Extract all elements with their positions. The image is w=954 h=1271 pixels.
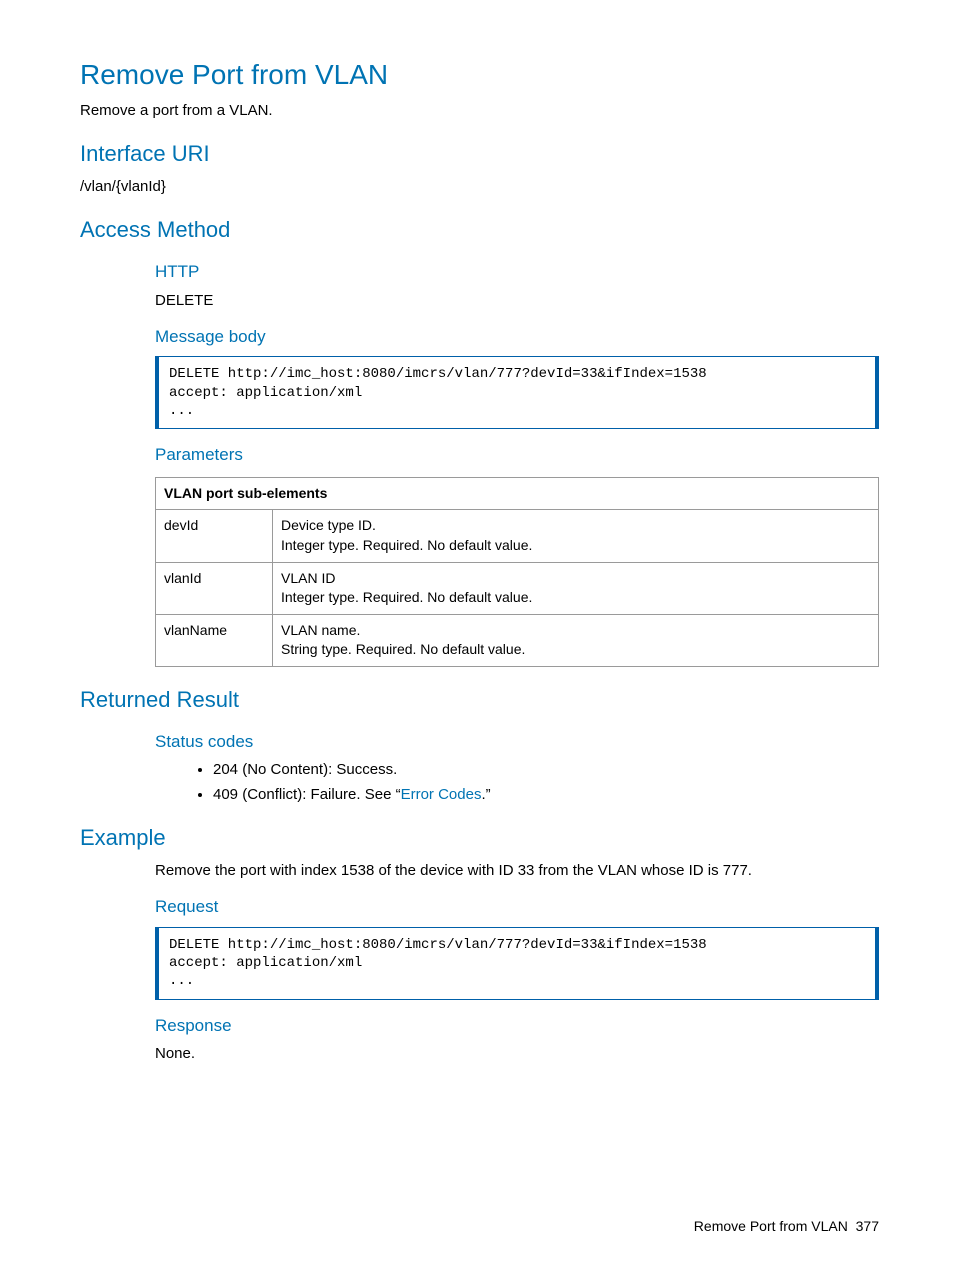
param-name: vlanName xyxy=(156,614,273,666)
footer-label: Remove Port from VLAN xyxy=(694,1218,848,1234)
param-desc-line: Device type ID. xyxy=(281,516,870,536)
response-text: None. xyxy=(155,1043,879,1064)
table-row: devId Device type ID. Integer type. Requ… xyxy=(156,510,879,562)
http-heading: HTTP xyxy=(155,260,879,284)
parameters-table: VLAN port sub-elements devId Device type… xyxy=(155,477,879,667)
returned-result-heading: Returned Result xyxy=(80,685,879,716)
message-body-code: DELETE http://imc_host:8080/imcrs/vlan/7… xyxy=(155,356,879,429)
param-desc-line: VLAN ID xyxy=(281,569,870,589)
param-name: vlanId xyxy=(156,562,273,614)
param-desc: VLAN ID Integer type. Required. No defau… xyxy=(273,562,879,614)
param-desc-line: String type. Required. No default value. xyxy=(281,640,870,660)
access-method-heading: Access Method xyxy=(80,215,879,246)
request-code: DELETE http://imc_host:8080/imcrs/vlan/7… xyxy=(155,927,879,1000)
table-row: vlanName VLAN name. String type. Require… xyxy=(156,614,879,666)
status-codes-heading: Status codes xyxy=(155,730,879,754)
param-name: devId xyxy=(156,510,273,562)
interface-heading: Interface URI xyxy=(80,139,879,170)
status-text: .” xyxy=(481,786,490,803)
request-heading: Request xyxy=(155,895,879,919)
error-codes-link[interactable]: Error Codes xyxy=(401,786,482,803)
http-method: DELETE xyxy=(155,290,879,311)
param-desc: VLAN name. String type. Required. No def… xyxy=(273,614,879,666)
table-row: vlanId VLAN ID Integer type. Required. N… xyxy=(156,562,879,614)
parameters-table-header: VLAN port sub-elements xyxy=(156,477,879,510)
page-footer: Remove Port from VLAN 377 xyxy=(694,1217,879,1237)
interface-uri: /vlan/{vlanId} xyxy=(80,176,879,197)
parameters-heading: Parameters xyxy=(155,443,879,467)
page-number: 377 xyxy=(856,1218,879,1234)
param-desc-line: VLAN name. xyxy=(281,621,870,641)
status-text: 409 (Conflict): Failure. See “ xyxy=(213,786,401,803)
param-desc-line: Integer type. Required. No default value… xyxy=(281,588,870,608)
response-heading: Response xyxy=(155,1014,879,1038)
status-codes-list: 204 (No Content): Success. 409 (Conflict… xyxy=(155,759,879,805)
page-title: Remove Port from VLAN xyxy=(80,55,879,94)
status-item: 204 (No Content): Success. xyxy=(213,759,879,780)
message-body-heading: Message body xyxy=(155,325,879,349)
status-item: 409 (Conflict): Failure. See “Error Code… xyxy=(213,784,879,805)
page-description: Remove a port from a VLAN. xyxy=(80,100,879,121)
example-description: Remove the port with index 1538 of the d… xyxy=(155,860,879,881)
param-desc-line: Integer type. Required. No default value… xyxy=(281,536,870,556)
example-heading: Example xyxy=(80,823,879,854)
param-desc: Device type ID. Integer type. Required. … xyxy=(273,510,879,562)
